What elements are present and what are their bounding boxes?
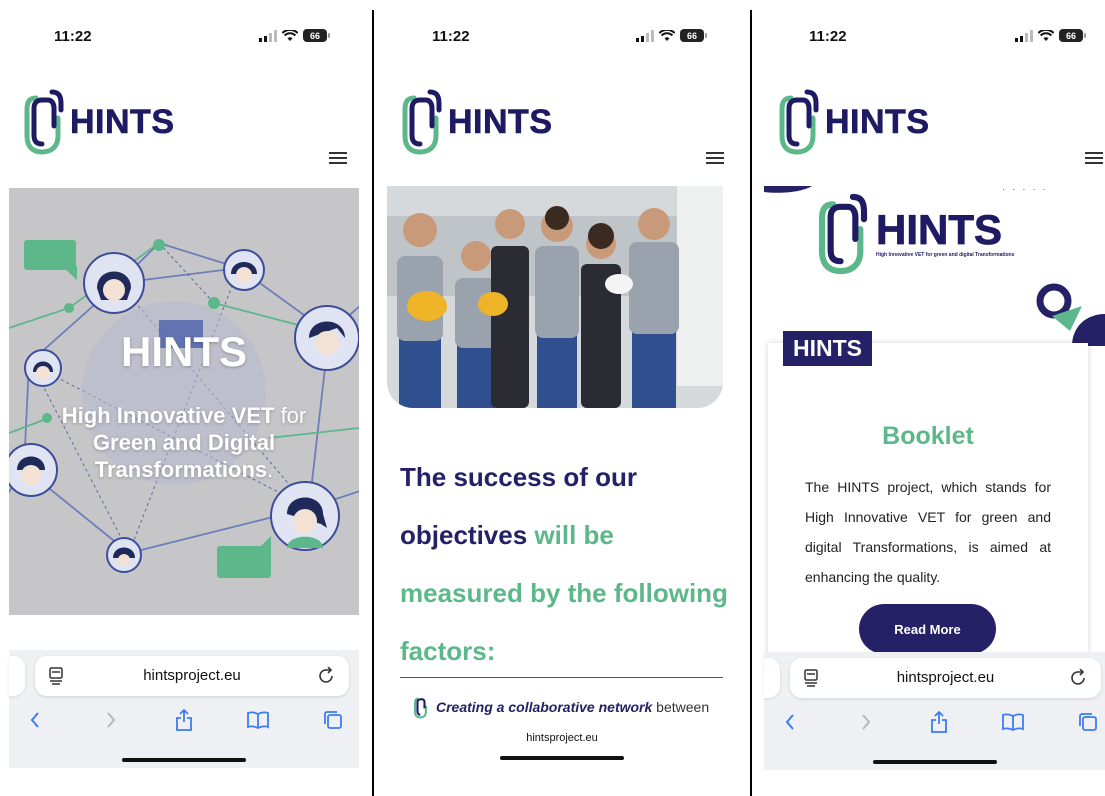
status-bar: 11:22 66 xyxy=(752,24,1105,48)
forward-icon[interactable] xyxy=(99,708,123,732)
safari-toolbar: hintsproject.eu xyxy=(764,652,1105,770)
factor-rest: between xyxy=(652,699,710,715)
hero-sub-part2: for xyxy=(274,403,307,428)
menu-icon[interactable] xyxy=(329,152,347,164)
home-indicator xyxy=(872,760,997,764)
wifi-icon xyxy=(1038,29,1054,41)
phone-screen-booklet: 11:22 66 HINTS · · · · · HINTS High Inno… xyxy=(752,0,1105,796)
status-icons: 66 xyxy=(1015,29,1086,42)
back-icon[interactable] xyxy=(23,708,47,732)
wifi-icon xyxy=(282,29,298,41)
reload-icon[interactable] xyxy=(319,667,335,685)
tabs-icon[interactable] xyxy=(1076,710,1100,734)
forward-icon[interactable] xyxy=(854,710,878,734)
banner-tagline: High Innovative VET for green and digita… xyxy=(876,252,1015,258)
status-bar: 11:22 66 xyxy=(374,24,750,48)
workers-photo xyxy=(387,186,723,408)
workers-illustration xyxy=(387,186,723,408)
bookmarks-icon[interactable] xyxy=(246,708,270,732)
previous-tab-preview[interactable] xyxy=(9,656,25,696)
hints-logo[interactable]: HINTS xyxy=(402,88,553,156)
url-text: hintsproject.eu xyxy=(143,667,241,684)
compact-url[interactable]: hintsproject.eu xyxy=(374,732,750,744)
address-bar[interactable]: hintsproject.eu xyxy=(790,658,1101,698)
menu-icon[interactable] xyxy=(706,152,724,164)
status-time: 11:22 xyxy=(809,28,847,45)
signal-icon xyxy=(259,29,277,42)
bookmarks-icon[interactable] xyxy=(1001,710,1025,734)
status-time: 11:22 xyxy=(54,28,92,45)
signal-icon xyxy=(1015,29,1033,42)
menu-icon[interactable] xyxy=(1085,152,1103,164)
status-time: 11:22 xyxy=(432,28,470,45)
hero-sub-part4: . xyxy=(267,457,274,482)
card-description: The HINTS project, which stands for High… xyxy=(805,479,1051,585)
battery-icon: 66 xyxy=(1059,29,1086,42)
logo-wordmark: HINTS xyxy=(825,102,930,141)
banner-wordmark: HINTS xyxy=(876,206,1003,253)
paperclip-logo-icon xyxy=(402,89,442,155)
logo-wordmark: HINTS xyxy=(448,102,553,141)
paperclip-logo-icon xyxy=(779,89,819,155)
factor-text: Creating a collaborative network between xyxy=(436,699,709,715)
previous-tab-preview[interactable] xyxy=(764,658,780,698)
share-icon[interactable] xyxy=(927,710,951,734)
status-icons: 66 xyxy=(636,29,707,42)
url-text: hintsproject.eu xyxy=(896,669,995,686)
banner-text: HINTS High Innovative VET for green and … xyxy=(876,206,1015,258)
safari-toolbar: hintsproject.eu xyxy=(9,650,359,768)
phone-screen-objectives: 11:22 66 HINTS The success of our object… xyxy=(374,0,750,796)
banner-logo: HINTS High Innovative VET for green and … xyxy=(818,192,1014,276)
factor-item: Creating a collaborative network between xyxy=(414,695,709,719)
logo-wordmark: HINTS xyxy=(70,102,175,141)
reload-icon[interactable] xyxy=(1071,669,1087,687)
tabs-icon[interactable] xyxy=(321,708,345,732)
phone-screen-home: 11:22 66 HINTS HINTS High Innovative VET… xyxy=(0,0,370,796)
paperclip-bullet-icon xyxy=(414,697,427,719)
banner-paperclip-icon xyxy=(818,193,868,275)
browser-nav xyxy=(764,710,1105,736)
browser-nav xyxy=(9,708,359,734)
card-label: HINTS xyxy=(783,331,872,366)
signal-icon xyxy=(636,29,654,42)
battery-icon: 66 xyxy=(680,29,707,42)
hero-sub-part1: High Innovative VET xyxy=(61,403,275,428)
hero-banner: HINTS High Innovative VET for Green and D… xyxy=(9,188,359,615)
hero-subtitle: High Innovative VET for Green and Digital… xyxy=(39,402,329,483)
hero-sub-part3: Green and Digital Transformations xyxy=(92,430,276,482)
home-indicator xyxy=(122,758,246,762)
read-more-button[interactable]: Read More xyxy=(859,604,996,654)
status-icons: 66 xyxy=(259,29,330,42)
factor-bold: Creating a collaborative network xyxy=(436,699,653,715)
wifi-icon xyxy=(659,29,675,41)
card-title: Booklet xyxy=(882,422,974,450)
share-icon[interactable] xyxy=(172,708,196,732)
home-indicator xyxy=(500,756,624,760)
hints-logo[interactable]: HINTS xyxy=(24,88,175,156)
hero-title: HINTS xyxy=(121,328,247,375)
paperclip-logo-icon xyxy=(24,89,64,155)
hints-logo[interactable]: HINTS xyxy=(779,88,930,156)
address-bar[interactable]: hintsproject.eu xyxy=(35,656,349,696)
back-icon[interactable] xyxy=(778,710,802,734)
battery-icon: 66 xyxy=(303,29,330,42)
section-divider xyxy=(400,677,723,678)
success-heading: The success of our objectives will be me… xyxy=(400,448,730,680)
status-bar: 11:22 66 xyxy=(0,24,370,48)
